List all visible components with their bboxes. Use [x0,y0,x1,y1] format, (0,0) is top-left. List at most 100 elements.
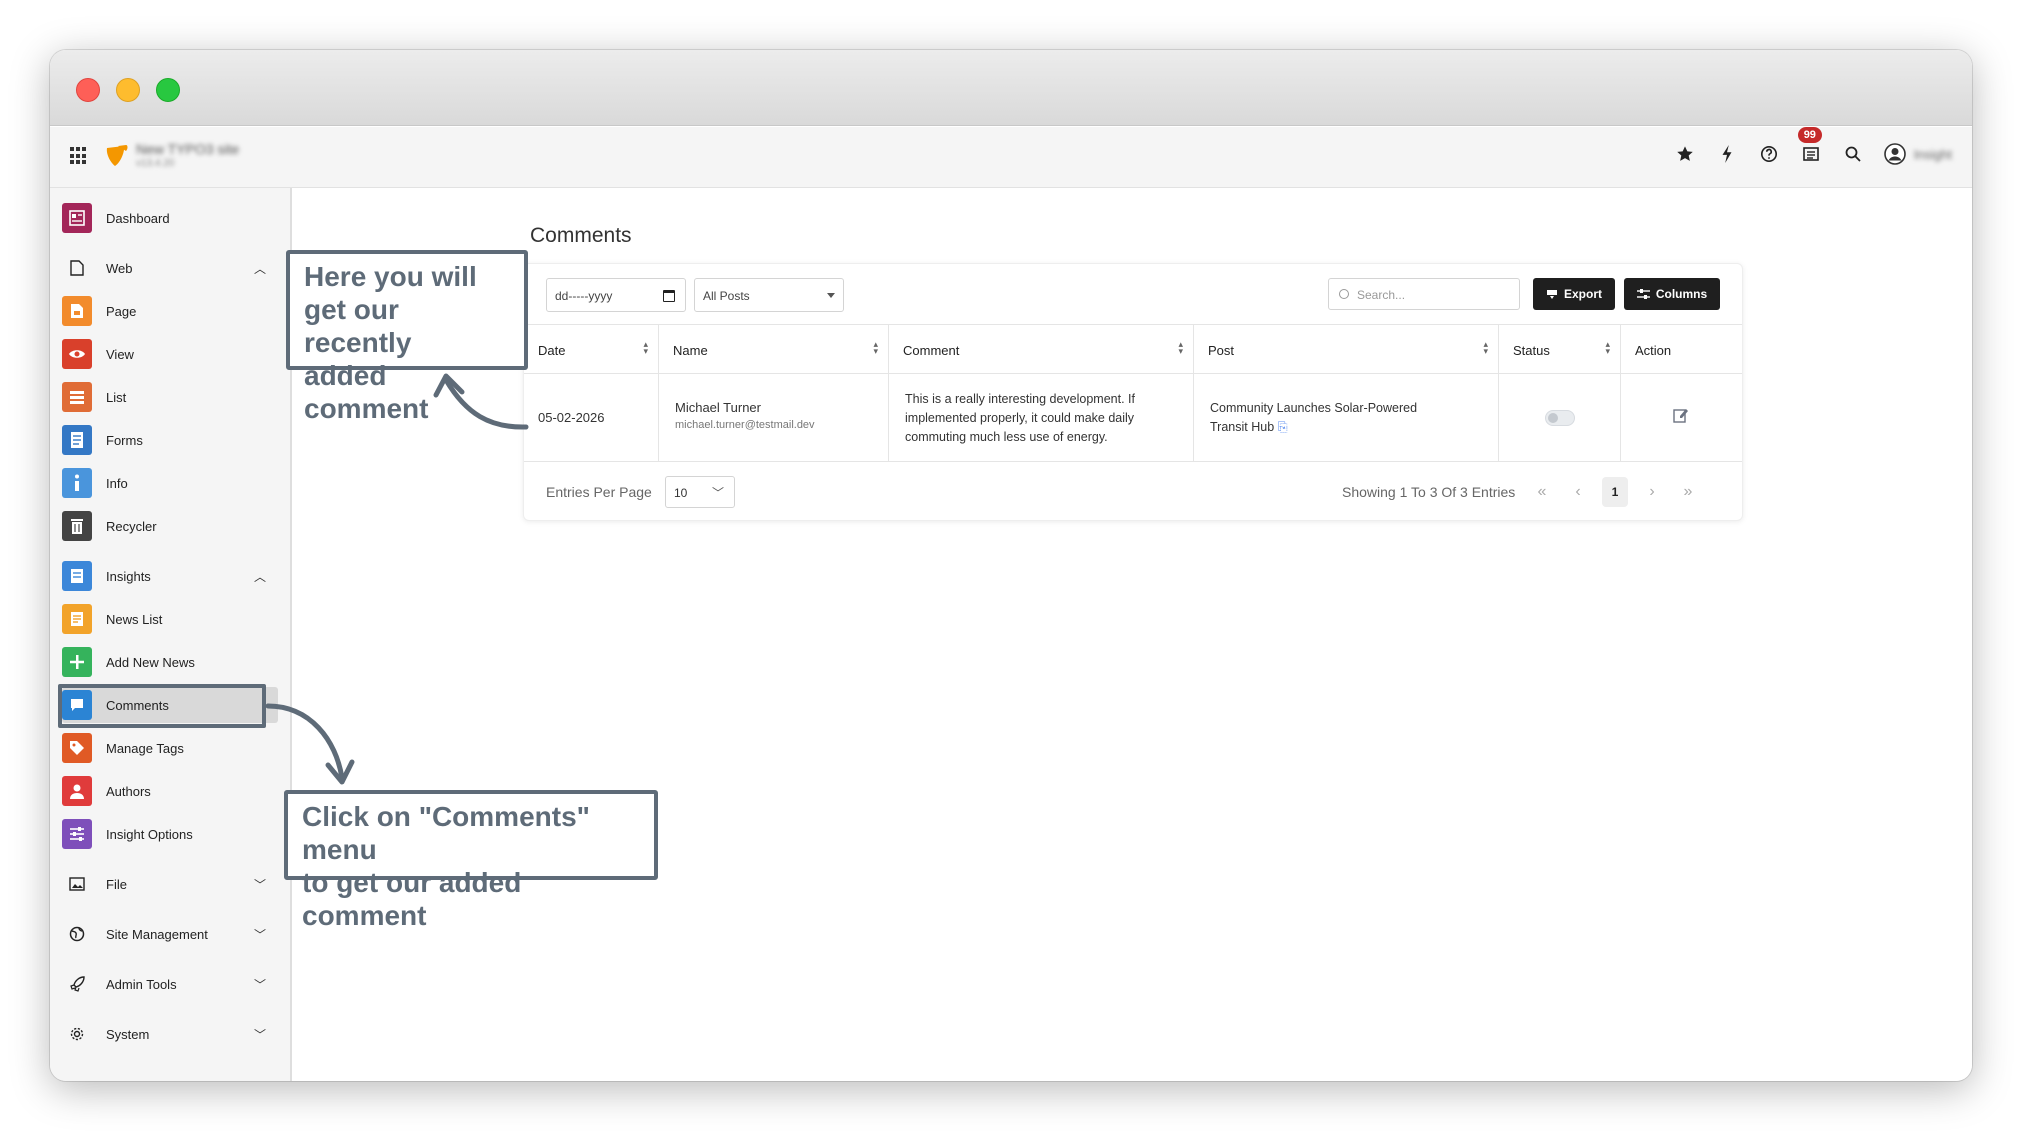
sidebar-item-label: Info [106,475,128,491]
sliders-icon [1636,289,1650,299]
first-page-button[interactable]: « [1524,476,1560,508]
post-filter-select[interactable]: All Posts [694,278,844,312]
sort-icon[interactable]: ▴ ▾ [873,340,878,356]
sidebar-item-add-new-news[interactable]: Add New News [62,644,278,680]
cell-post: Community Launches Solar-Powered Transit… [1194,374,1499,462]
user-avatar-icon[interactable] [1883,143,1906,165]
sidebar-group-web[interactable]: Web ︿ [62,250,278,286]
table-footer: Entries Per Page 10 ﹀ Showing 1 To 3 Of … [524,464,1742,520]
link-icon[interactable]: ⎘ [1278,420,1288,434]
sort-icon[interactable]: ▴ ▾ [1178,340,1183,356]
gear-icon [62,1019,92,1049]
pagination: « ‹ 1 › » [1524,476,1706,508]
sidebar-item-page[interactable]: Page [62,293,278,329]
info-icon [62,468,92,498]
sidebar-item-label: List [106,389,127,405]
insights-icon [62,561,92,591]
sidebar-group-system[interactable]: System ﹀ [62,1016,278,1052]
sort-icon[interactable]: ▴ ▾ [1605,340,1610,356]
sidebar-group-insights[interactable]: Insights ︿ [62,558,278,594]
sort-icon[interactable]: ▴ ▾ [643,340,648,356]
comments-highlight-box [58,684,266,728]
column-header-label: Action [1635,343,1672,358]
column-header-label: Post [1208,343,1235,358]
status-toggle[interactable] [1545,410,1575,426]
sidebar-item-dashboard[interactable]: Dashboard [62,200,278,236]
sidebar-item-label: Manage Tags [106,740,184,756]
search-placeholder: Search... [1357,288,1406,302]
comments-card: dd-----yyyy All Posts Search... Export C… [523,263,1743,521]
star-icon[interactable] [1674,143,1696,165]
apps-grid-icon[interactable] [70,147,88,165]
sidebar-item-manage-tags[interactable]: Manage Tags [62,730,278,766]
callout-text-line: Here you will [304,261,477,292]
next-page-button[interactable]: › [1634,476,1670,508]
maximize-window-button[interactable] [156,78,180,102]
last-page-button[interactable]: » [1670,476,1706,508]
window-titlebar [50,50,1972,126]
edit-icon[interactable] [1673,407,1689,423]
column-header-name[interactable]: Name ▴ ▾ [659,325,889,373]
main-content: Comments dd-----yyyy All Posts Search...… [294,188,1972,1081]
column-header-action: Action [1621,325,1742,373]
callout-text-line: get our recently [304,294,412,358]
column-header-status[interactable]: Status ▴ ▾ [1499,325,1621,373]
sidebar-item-label: File [106,876,127,892]
news-list-icon [62,604,92,634]
site-name: New TYPO3 site [136,141,240,157]
sidebar-item-authors[interactable]: Authors [62,773,278,809]
sidebar-item-recycler[interactable]: Recycler [62,508,278,544]
sidebar-group-file[interactable]: File ﹀ [62,866,278,902]
sidebar-item-label: Authors [106,783,151,799]
minimize-window-button[interactable] [116,78,140,102]
help-icon[interactable] [1758,143,1780,165]
caret-down-icon [827,293,835,298]
sidebar-item-label: Web [106,260,133,276]
columns-button[interactable]: Columns [1624,278,1720,310]
entries-per-page-label: Entries Per Page [546,484,652,500]
lightning-icon[interactable] [1716,143,1738,165]
entries-per-page-select[interactable]: 10 ﹀ [665,476,735,508]
typo3-logo-icon[interactable] [104,143,130,169]
callout-text-line: Click on "Comments" menu [302,801,590,865]
sidebar-item-news-list[interactable]: News List [62,601,278,637]
sidebar-group-admin-tools[interactable]: Admin Tools ﹀ [62,966,278,1002]
search-icon[interactable] [1842,143,1864,165]
user-name[interactable]: Insight [1914,147,1952,162]
calendar-icon[interactable] [663,290,675,302]
notifications-icon[interactable]: 99 [1797,127,1822,165]
dashboard-icon [62,203,92,233]
date-filter-input[interactable]: dd-----yyyy [546,278,686,312]
post-title-line: Community Launches Solar-Powered [1210,401,1418,415]
chevron-down-icon: ﹀ [253,1028,266,1042]
page-outline-icon [62,253,92,283]
sort-icon[interactable]: ▴ ▾ [1483,340,1488,356]
date-filter-placeholder: dd-----yyyy [555,289,613,303]
site-version: v13.4.20 [136,158,175,169]
sidebar-item-info[interactable]: Info [62,465,278,501]
close-window-button[interactable] [76,78,100,102]
prev-page-button[interactable]: ‹ [1560,476,1596,508]
chevron-down-icon: ﹀ [253,928,266,942]
sidebar-item-view[interactable]: View [62,336,278,372]
column-header-date[interactable]: Date ▴ ▾ [524,325,659,373]
column-header-post[interactable]: Post ▴ ▾ [1194,325,1499,373]
column-header-comment[interactable]: Comment ▴ ▾ [889,325,1194,373]
column-header-label: Name [673,343,708,358]
sidebar-item-insight-options[interactable]: Insight Options [62,816,278,852]
search-input[interactable]: Search... [1328,278,1520,310]
comment-text-line: This is a really interesting development… [905,392,1135,406]
sidebar-item-list[interactable]: List [62,379,278,415]
export-label: Export [1563,287,1602,301]
sidebar-item-label: Dashboard [106,210,170,226]
export-icon [1546,290,1557,299]
sidebar-item-label: System [106,1026,150,1042]
list-icon [62,382,92,412]
export-button[interactable]: Export [1533,278,1615,310]
sidebar-group-site-management[interactable]: Site Management ﹀ [62,916,278,952]
column-header-label: Date [538,343,566,358]
sidebar-item-label: View [106,346,134,362]
cell-action [1621,374,1742,462]
current-page-button[interactable]: 1 [1602,477,1628,507]
sidebar-item-forms[interactable]: Forms [62,422,278,458]
